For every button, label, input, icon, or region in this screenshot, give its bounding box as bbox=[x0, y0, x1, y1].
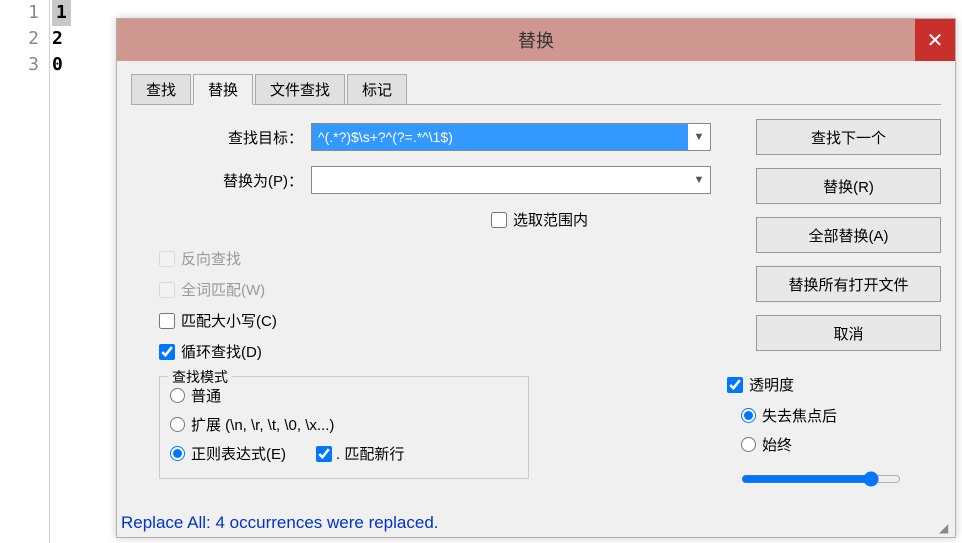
find-label: 查找目标： bbox=[131, 127, 311, 148]
gutter-line: 1 bbox=[0, 0, 49, 26]
radio-extended-row: 扩展 (\n, \r, \t, \0, \x...) bbox=[170, 414, 518, 435]
radio-normal-row: 普通 bbox=[170, 385, 518, 406]
wrap-label: 循环查找(D) bbox=[181, 341, 262, 362]
buttons-column: 查找下一个 替换(R) 全部替换(A) 替换所有打开文件 取消 bbox=[756, 119, 941, 364]
trans-lose-focus-row: 失去焦点后 bbox=[741, 405, 927, 426]
backward-checkbox bbox=[159, 251, 175, 267]
close-button[interactable]: ✕ bbox=[915, 19, 955, 61]
line-gutter: 1 2 3 bbox=[0, 0, 50, 543]
replace-input[interactable] bbox=[312, 167, 688, 193]
find-combo[interactable]: ▼ bbox=[311, 123, 711, 151]
chevron-down-icon[interactable]: ▼ bbox=[688, 131, 710, 143]
dot-newline-checkbox[interactable] bbox=[316, 446, 332, 462]
radio-extended[interactable] bbox=[170, 417, 185, 432]
dot-newline-label: . 匹配新行 bbox=[336, 443, 404, 464]
cancel-button[interactable]: 取消 bbox=[756, 315, 941, 351]
dot-newline-row: . 匹配新行 bbox=[316, 443, 404, 464]
gutter-line: 2 bbox=[0, 26, 49, 52]
gutter-line: 3 bbox=[0, 52, 49, 78]
transparency-toggle-row: 透明度 bbox=[727, 374, 927, 395]
radio-always[interactable] bbox=[741, 437, 756, 452]
radio-normal[interactable] bbox=[170, 388, 185, 403]
radio-lose-focus-label: 失去焦点后 bbox=[762, 405, 837, 426]
chevron-down-icon[interactable]: ▼ bbox=[688, 174, 710, 186]
transparency-label: 透明度 bbox=[749, 374, 794, 395]
backward-label: 反向查找 bbox=[181, 248, 241, 269]
tab-replace[interactable]: 替换 bbox=[193, 74, 253, 105]
in-selection-label: 选取范围内 bbox=[513, 209, 588, 230]
dialog-body: 查找 替换 文件查找 标记 查找目标： ▼ 替换为(P)： ▼ 选取范围内 bbox=[117, 61, 955, 537]
wrap-checkbox[interactable] bbox=[159, 344, 175, 360]
tab-find[interactable]: 查找 bbox=[131, 74, 191, 105]
transparency-group: 透明度 失去焦点后 始终 bbox=[727, 374, 927, 491]
replace-label: 替换为(P)： bbox=[131, 170, 311, 191]
close-icon: ✕ bbox=[927, 28, 944, 53]
radio-regex[interactable] bbox=[170, 446, 185, 461]
resize-grip-icon[interactable]: ◢ bbox=[939, 521, 953, 535]
dialog-title: 替换 bbox=[518, 27, 554, 53]
tab-mark[interactable]: 标记 bbox=[347, 74, 407, 105]
tab-find-in-files[interactable]: 文件查找 bbox=[255, 74, 345, 105]
match-case-checkbox[interactable] bbox=[159, 313, 175, 329]
status-message: Replace All: 4 occurrences were replaced… bbox=[121, 513, 439, 533]
replace-dialog: 替换 ✕ 查找 替换 文件查找 标记 查找目标： ▼ 替换为(P)： ▼ bbox=[116, 18, 956, 538]
whole-word-checkbox bbox=[159, 282, 175, 298]
radio-regex-label: 正则表达式(E) bbox=[191, 443, 286, 464]
find-input[interactable] bbox=[312, 124, 688, 150]
replace-all-button[interactable]: 全部替换(A) bbox=[756, 217, 941, 253]
radio-lose-focus[interactable] bbox=[741, 408, 756, 423]
replace-combo[interactable]: ▼ bbox=[311, 166, 711, 194]
find-next-button[interactable]: 查找下一个 bbox=[756, 119, 941, 155]
search-mode-fieldset: 查找模式 普通 扩展 (\n, \r, \t, \0, \x...) 正则表达式… bbox=[159, 376, 529, 479]
radio-always-label: 始终 bbox=[762, 434, 792, 455]
radio-extended-label: 扩展 (\n, \r, \t, \0, \x...) bbox=[191, 414, 334, 435]
radio-regex-row: 正则表达式(E) . 匹配新行 bbox=[170, 443, 518, 464]
transparency-slider[interactable] bbox=[741, 471, 901, 487]
search-mode-legend: 查找模式 bbox=[168, 367, 232, 387]
transparency-checkbox[interactable] bbox=[727, 377, 743, 393]
radio-normal-label: 普通 bbox=[191, 385, 221, 406]
in-selection-checkbox[interactable] bbox=[491, 212, 507, 228]
replace-button[interactable]: 替换(R) bbox=[756, 168, 941, 204]
replace-all-open-button[interactable]: 替换所有打开文件 bbox=[756, 266, 941, 302]
match-case-label: 匹配大小写(C) bbox=[181, 310, 277, 331]
trans-always-row: 始终 bbox=[741, 434, 927, 455]
tab-bar: 查找 替换 文件查找 标记 bbox=[131, 73, 941, 105]
titlebar[interactable]: 替换 ✕ bbox=[117, 19, 955, 61]
whole-word-label: 全词匹配(W) bbox=[181, 279, 265, 300]
